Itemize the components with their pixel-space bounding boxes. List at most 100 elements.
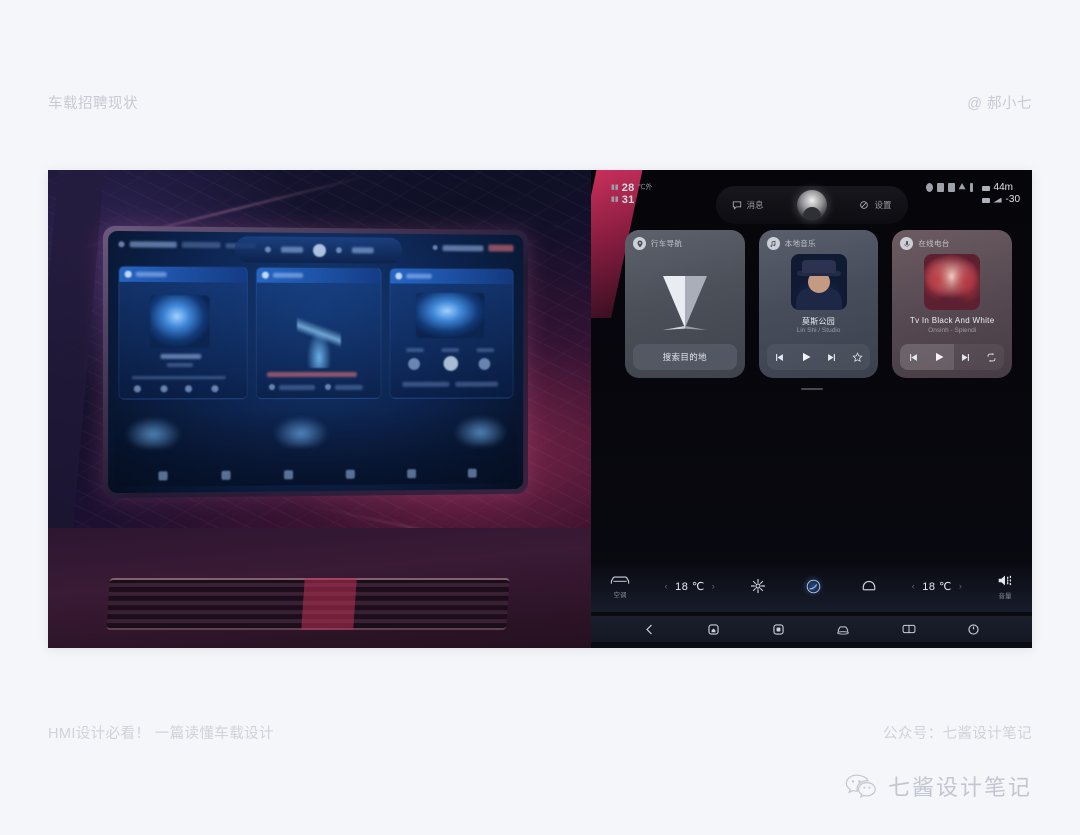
air-vent-highlight (301, 578, 357, 630)
navigation-card-header: 行车导航 (633, 237, 682, 250)
tablet-status-bar (108, 236, 523, 264)
temp-increase-icon[interactable]: › (959, 581, 963, 591)
home-icon[interactable] (707, 623, 720, 636)
passenger-temp-value: 18 ℃ (922, 580, 952, 593)
climate-mode-label: 空调 (613, 591, 627, 599)
range-readout: 44m -30 (981, 182, 1020, 206)
tablet-dock (114, 408, 518, 487)
previous-icon[interactable] (908, 352, 919, 363)
tablet-card-row (118, 265, 514, 400)
pill-right-item[interactable]: 设置 (859, 199, 892, 211)
music-controls (766, 344, 871, 370)
radio-card-header: 在线电台 (900, 237, 949, 250)
assistant-pill[interactable]: 消息 设置 (715, 186, 908, 224)
car-cockpit-photo (48, 170, 598, 648)
hmi-navigation-bar (591, 616, 1032, 642)
infotainment-tablet (102, 225, 529, 499)
tablet-status-center (234, 236, 403, 264)
temp-increase-icon[interactable]: › (712, 581, 716, 591)
tablet-card-thumbnail (416, 292, 485, 339)
passenger-temp-stepper[interactable]: ‹ 18 ℃ › (912, 580, 963, 593)
pill-right-label: 设置 (874, 200, 892, 210)
status-icon-group (925, 182, 973, 192)
podcast-icon (900, 237, 914, 250)
back-icon[interactable] (643, 623, 656, 636)
repeat-icon[interactable] (986, 352, 997, 363)
album-art (924, 254, 981, 310)
power-icon[interactable] (967, 623, 980, 636)
thermometer-icon: ▮▮ (611, 196, 619, 203)
radio-card[interactable]: 在线电台 Tv In Black And White Onsinh - Sple… (892, 230, 1013, 378)
music-track-artist: Lin Shi / Studio (796, 327, 841, 334)
tablet-card-thumbnail (150, 295, 210, 348)
split-screen-icon[interactable] (902, 623, 916, 635)
music-note-icon (766, 237, 780, 250)
fan-icon[interactable] (749, 577, 767, 595)
volume-label: 音量 (998, 592, 1012, 600)
hmi-status-right: 44m -30 (925, 182, 1020, 206)
play-icon[interactable] (933, 351, 945, 363)
radio-controls (900, 344, 1005, 370)
outside-temp: 28 (621, 182, 635, 194)
climate-mode-button[interactable]: 空调 (609, 574, 631, 599)
navigation-card[interactable]: 行车导航 搜索目的地 (625, 230, 745, 378)
car-icon (610, 575, 630, 584)
dock-icon (220, 470, 231, 480)
car-360-icon[interactable] (836, 623, 850, 636)
dock-icon (345, 469, 355, 479)
next-icon[interactable] (960, 352, 971, 363)
tablet-dock-glow (120, 413, 186, 449)
pill-left-label: 消息 (746, 200, 764, 210)
tablet-dock-icons (114, 468, 517, 481)
tablet-screen (108, 230, 524, 494)
altitude-row: -30 (981, 194, 1020, 206)
location-pin-icon (633, 237, 646, 250)
altitude-icon (981, 197, 990, 203)
star-icon[interactable] (852, 351, 863, 363)
dock-icon (283, 470, 293, 480)
outside-temp-row: ▮▮ 28 ℃外 (611, 182, 652, 194)
dock-icon (467, 468, 477, 478)
tablet-card-graphic (297, 297, 341, 369)
volume-button[interactable]: 音量 (996, 573, 1014, 600)
temp-decrease-icon[interactable]: ‹ (912, 581, 916, 591)
outside-temp-unit: ℃外 (637, 184, 653, 191)
chat-bubble-icon (732, 201, 741, 210)
temp-decrease-icon[interactable]: ‹ (665, 581, 669, 591)
driver-temp-stepper[interactable]: ‹ 18 ℃ › (665, 580, 716, 593)
search-destination-button[interactable]: 搜索目的地 (633, 344, 737, 370)
navigation-card-label: 行车导航 (651, 239, 683, 248)
footer-caption: HMI设计必看！ 一篇读懂车载设计 (48, 726, 274, 742)
music-card[interactable]: 本地音乐 莫斯公园 Lin Shi / Studio (758, 230, 879, 378)
altitude-value: -30 (1005, 194, 1020, 205)
music-card-label: 本地音乐 (784, 239, 816, 248)
seat-heat-icon[interactable] (860, 579, 878, 593)
tablet-card (255, 266, 382, 400)
hmi-card-row: 行车导航 搜索目的地 本地音乐 莫斯公园 Lin Shi / Studio 在线… (625, 230, 1013, 378)
pill-left-item[interactable]: 消息 (732, 199, 764, 211)
tablet-card (118, 265, 248, 400)
range-row: 44m (981, 182, 1020, 194)
inside-temp-row: ▮▮ 31 (611, 194, 652, 206)
footer-account: 公众号：七酱设计笔记 (883, 726, 1032, 742)
page-title: 车载招聘现状 (48, 96, 138, 112)
battery-icon (936, 183, 944, 192)
user-avatar[interactable] (796, 190, 827, 220)
previous-icon[interactable] (774, 352, 785, 363)
author-handle: @ 郝小七 (967, 96, 1032, 112)
menu-icon (969, 183, 973, 192)
slide-page: 车载招聘现状 @ 郝小七 ▮▮ 28 ℃外 ▮▮ 31 消息 设置 44m -3… (0, 0, 1080, 835)
drag-handle[interactable] (800, 388, 823, 390)
recents-icon[interactable] (772, 623, 785, 636)
play-icon[interactable] (800, 351, 812, 363)
signal-icon (947, 183, 955, 192)
auto-ac-icon[interactable] (800, 573, 827, 599)
radio-track-artist: Onsinh - Splendi (928, 327, 977, 334)
next-icon[interactable] (826, 352, 837, 363)
music-card-header: 本地音乐 (766, 237, 816, 250)
range-icon (981, 185, 990, 191)
driver-temp-value: 18 ℃ (675, 580, 705, 593)
climate-control-bar: 空调 ‹ 18 ℃ › ‹ 18 ℃ › 音量 (591, 560, 1032, 612)
inside-temp: 31 (621, 194, 635, 206)
dock-icon (406, 469, 416, 479)
